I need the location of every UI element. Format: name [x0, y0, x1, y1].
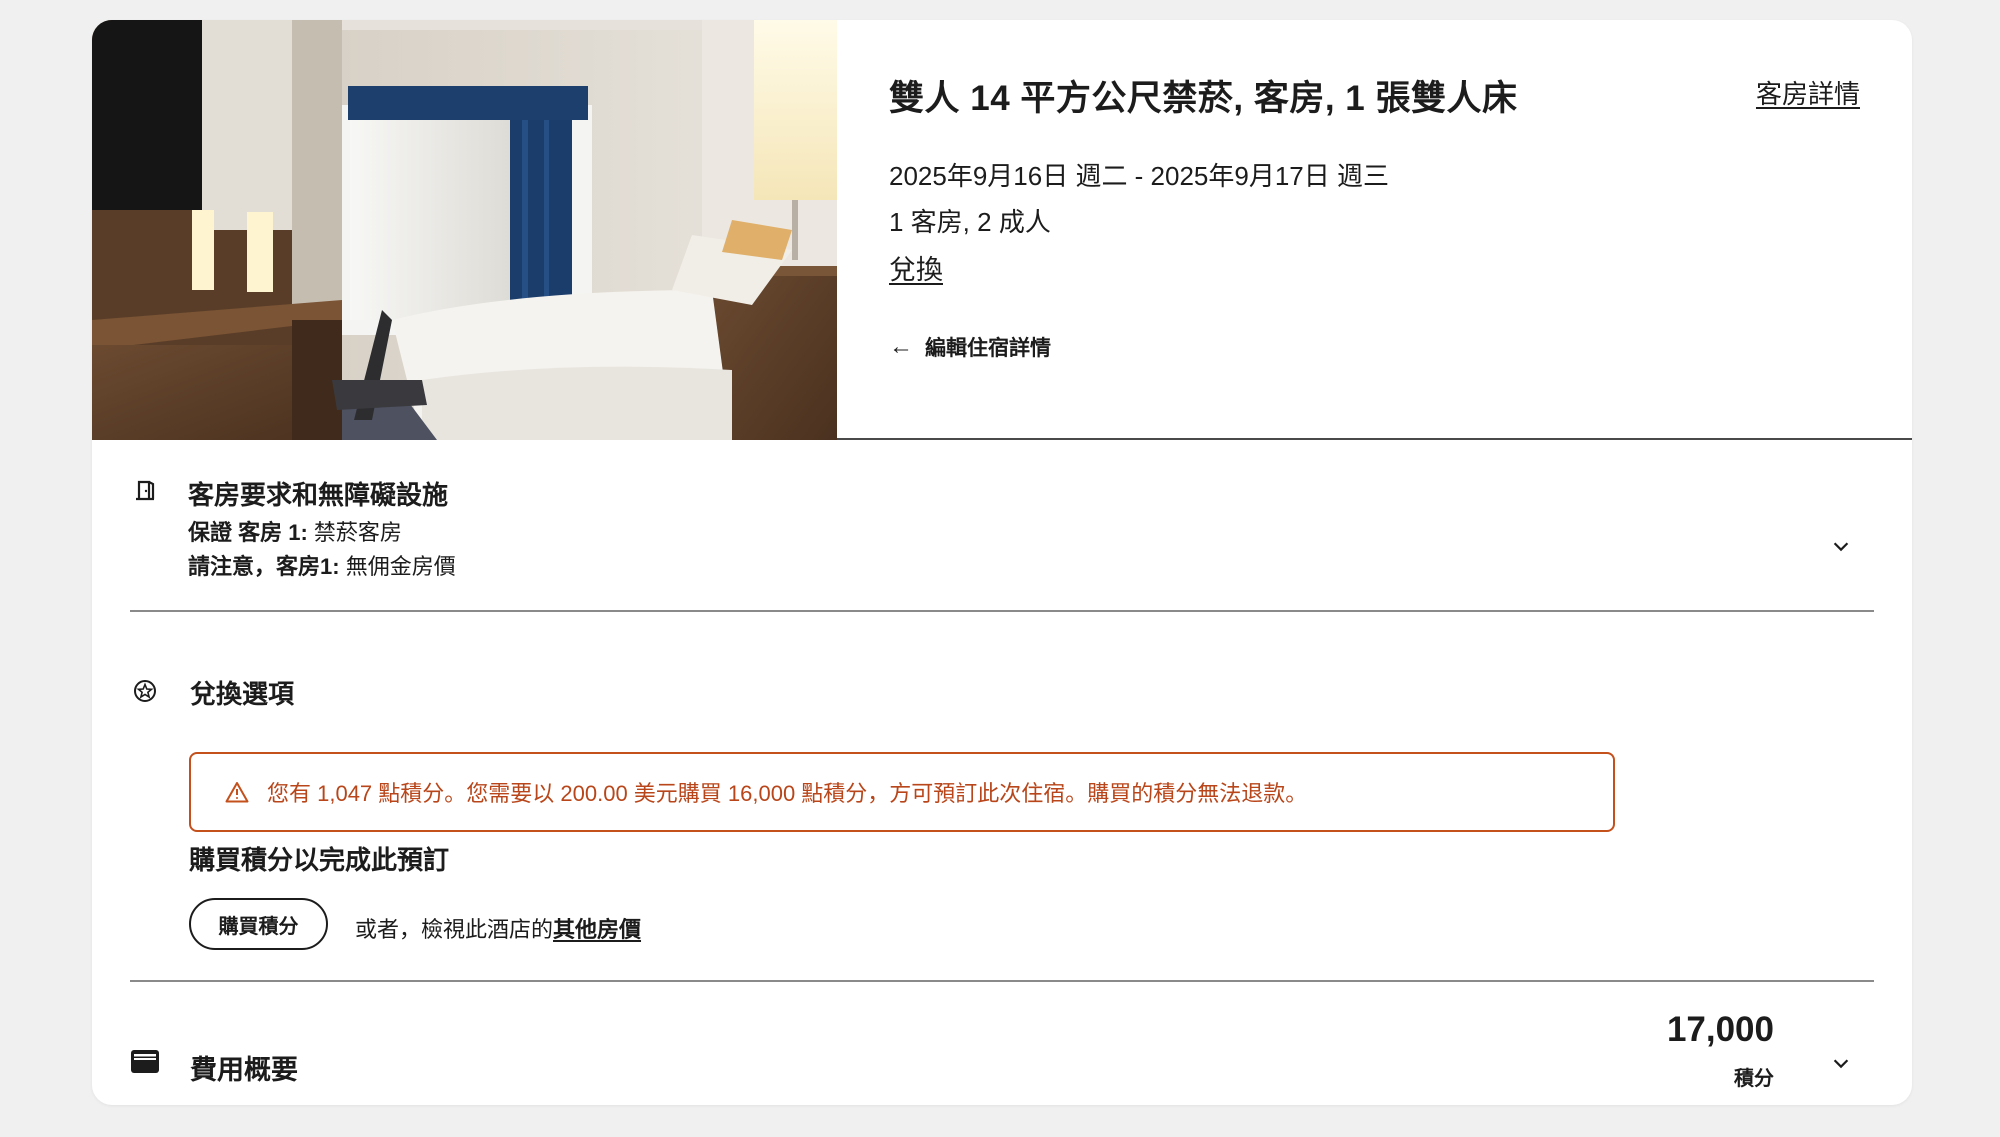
redeem-link[interactable]: 兌換: [889, 248, 943, 287]
rate-note-value: 無佣金房價: [345, 554, 456, 579]
alert-text: 您有 1,047 點積分。您需要以 200.00 美元購買 16,000 點積分…: [267, 781, 1308, 806]
points-alert: 您有 1,047 點積分。您需要以 200.00 美元購買 16,000 點積分…: [189, 752, 1615, 832]
rate-note-label: 請注意，客房1:: [188, 554, 340, 579]
divider: [130, 980, 1874, 982]
booking-card: 雙人 14 平方公尺禁菸, 客房, 1 張雙人床 客房詳情 2025年9月16日…: [92, 20, 1912, 1105]
arrow-left-icon: ←: [889, 333, 913, 360]
cost-summary-section[interactable]: 費用概要 17,000 積分: [130, 1010, 1874, 1100]
edit-stay-button[interactable]: ← 編輯住宿詳情: [889, 332, 1051, 362]
chevron-down-icon[interactable]: [1830, 1052, 1852, 1074]
guaranteed-label: 保證 客房 1:: [188, 520, 308, 545]
warning-icon: [225, 781, 249, 803]
points-unit: 積分: [1734, 1068, 1774, 1090]
room-requests-title: 客房要求和無障礙設施: [188, 480, 449, 510]
room-hero: 雙人 14 平方公尺禁菸, 客房, 1 張雙人床 客房詳情 2025年9月16日…: [92, 20, 1912, 440]
total-points: 17,000: [1666, 1010, 1774, 1049]
or-prefix: 或者，檢視此酒店的: [355, 917, 554, 942]
edit-stay-label: 編輯住宿詳情: [925, 337, 1051, 360]
room-details-link[interactable]: 客房詳情: [1756, 74, 1860, 111]
star-badge-icon: [130, 676, 160, 706]
buy-points-button[interactable]: 購買積分: [189, 898, 328, 950]
room-title: 雙人 14 平方公尺禁菸, 客房, 1 張雙人床: [889, 79, 1518, 118]
rate-note: 請注意，客房1: 無佣金房價: [188, 549, 456, 581]
room-photo: [92, 20, 837, 440]
door-icon: [130, 475, 160, 505]
redemption-title: 兌換選項: [190, 679, 295, 709]
other-rates-link[interactable]: 其他房價: [553, 917, 641, 942]
guaranteed-request: 保證 客房 1: 禁菸客房: [188, 515, 402, 547]
stay-dates: 2025年9月16日 週二 - 2025年9月17日 週三: [889, 161, 1389, 191]
divider: [130, 610, 1874, 612]
stay-guests: 1 客房, 2 成人: [889, 207, 1051, 237]
cost-summary-title: 費用概要: [190, 1055, 298, 1085]
room-requests-section[interactable]: 客房要求和無障礙設施 保證 客房 1: 禁菸客房 請注意，客房1: 無佣金房價: [130, 475, 1874, 605]
buy-points-heading: 購買積分以完成此預訂: [189, 845, 450, 875]
redemption-section: 兌換選項 您有 1,047 點積分。您需要以 200.00 美元購買 16,00…: [130, 660, 1874, 960]
other-rates-text: 或者，檢視此酒店的其他房價: [355, 912, 641, 944]
room-info: 雙人 14 平方公尺禁菸, 客房, 1 張雙人床 客房詳情 2025年9月16日…: [889, 20, 1912, 440]
wallet-icon: [130, 1046, 160, 1076]
guaranteed-value: 禁菸客房: [313, 520, 402, 545]
chevron-down-icon[interactable]: [1830, 535, 1852, 557]
